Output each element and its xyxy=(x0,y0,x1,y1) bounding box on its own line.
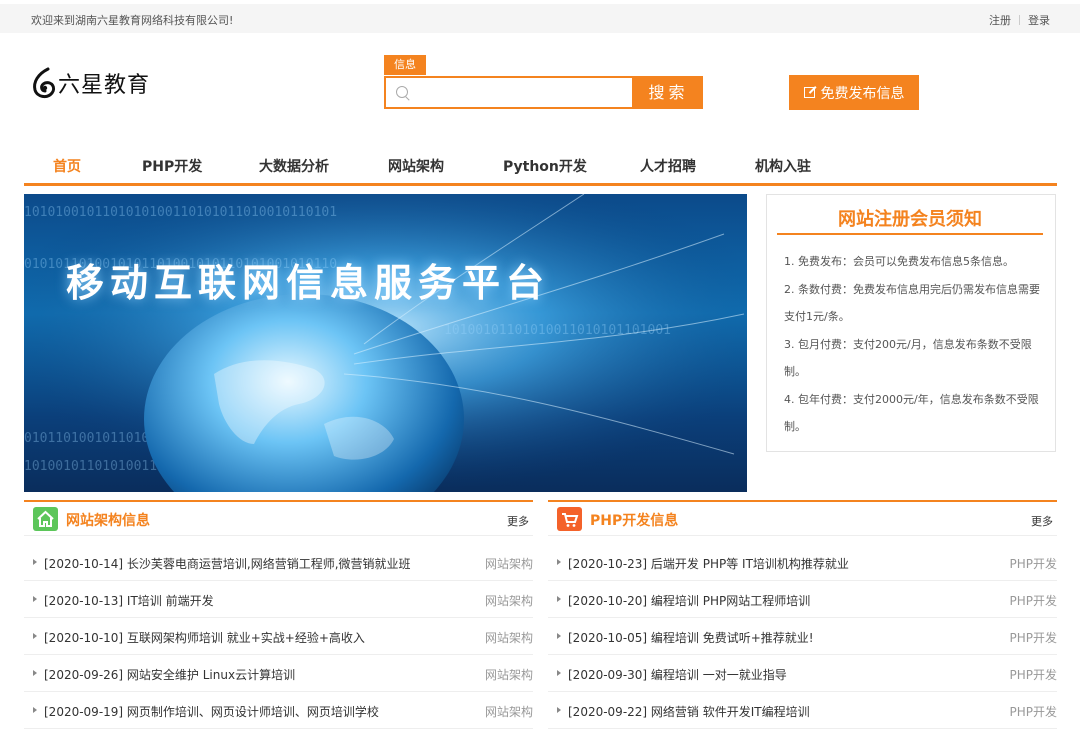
nav-item-bigdata[interactable]: 大数据分析 xyxy=(259,156,329,176)
home-icon xyxy=(33,507,58,531)
list-item[interactable]: [2020-09-26] 网站安全维护 Linux云计算培训 网站架构 xyxy=(24,655,533,692)
nav-item-architecture[interactable]: 网站架构 xyxy=(388,156,444,176)
nav-item-python[interactable]: Python开发 xyxy=(503,156,587,176)
item-title[interactable]: [2020-10-10] 互联网架构师培训 就业+实战+经验+高收入 xyxy=(44,629,365,646)
account-links: 注册 登录 xyxy=(989,12,1050,28)
welcome-text: 欢迎来到湖南六星教育网络科技有限公司! xyxy=(31,14,234,27)
main-nav: 首页 PHP开发 大数据分析 网站架构 Python开发 人才招聘 机构入驻 xyxy=(24,150,1057,186)
bullet-arrow-icon xyxy=(33,633,37,639)
globe-image: 1010100101101010100110101011010010110101… xyxy=(24,194,747,492)
item-title[interactable]: [2020-10-05] 编程培训 免费试听+推荐就业! xyxy=(568,629,814,646)
more-link[interactable]: 更多 xyxy=(1031,513,1053,529)
bullet-arrow-icon xyxy=(557,707,561,713)
list-item[interactable]: [2020-10-05] 编程培训 免费试听+推荐就业! PHP开发 xyxy=(548,618,1057,655)
bullet-arrow-icon xyxy=(33,670,37,676)
publish-info-button[interactable]: 免费发布信息 xyxy=(789,75,919,110)
notice-rules: 1. 免费发布：会员可以免费发布信息5条信息。 2. 条数付费：免费发布信息用完… xyxy=(784,248,1042,441)
logo-text: 六星教育 xyxy=(58,73,151,98)
nav-item-jobs[interactable]: 人才招聘 xyxy=(640,156,696,176)
nav-item-php[interactable]: PHP开发 xyxy=(142,156,202,176)
bullet-arrow-icon xyxy=(557,596,561,602)
cart-icon xyxy=(557,507,582,531)
item-title[interactable]: [2020-09-19] 网页制作培训、网页设计师培训、网页培训学校 xyxy=(44,703,379,720)
search-box xyxy=(384,76,634,109)
item-category: 网站架构 xyxy=(484,594,533,608)
hero-banner[interactable]: 1010100101101010100110101011010010110101… xyxy=(24,194,747,492)
list-item[interactable]: [2020-09-19] 网页制作培训、网页设计师培训、网页培训学校 网站架构 xyxy=(24,692,533,729)
item-category: PHP开发 xyxy=(1009,668,1058,682)
notice-rule: 3. 包月付费：支付200元/月，信息发布条数不受限制。 xyxy=(784,337,1032,379)
bullet-arrow-icon xyxy=(33,596,37,602)
info-list: [2020-10-14] 长沙芙蓉电商运营培训,网络营销工程师,微营销就业班网站… xyxy=(24,544,533,729)
list-item[interactable]: [2020-10-13] IT培训 前端开发 网站架构 xyxy=(24,581,533,618)
item-category: PHP开发 xyxy=(1009,557,1058,571)
edit-icon xyxy=(803,87,815,98)
nav-item-institutions[interactable]: 机构入驻 xyxy=(755,156,811,176)
item-category: PHP开发 xyxy=(1009,705,1058,719)
item-title[interactable]: [2020-10-20] 编程培训 PHP网站工程师培训 xyxy=(568,592,810,609)
item-category: 网站架构 xyxy=(484,668,533,682)
bullet-arrow-icon xyxy=(557,559,561,565)
item-title[interactable]: [2020-09-22] 网络营销 软件开发IT编程培训 xyxy=(568,703,810,720)
item-category: PHP开发 xyxy=(1009,594,1058,608)
publish-info-label: 免费发布信息 xyxy=(820,85,905,102)
item-category: PHP开发 xyxy=(1009,631,1058,645)
php-info-section: PHP开发信息 更多 [2020-10-23] 后端开发 PHP等 IT培训机构… xyxy=(548,500,1057,729)
login-link[interactable]: 登录 xyxy=(1028,12,1050,28)
info-list: [2020-10-23] 后端开发 PHP等 IT培训机构推荐就业 PHP开发 [… xyxy=(548,544,1057,729)
bullet-arrow-icon xyxy=(33,707,37,713)
list-item[interactable]: [2020-09-22] 网络营销 软件开发IT编程培训 PHP开发 xyxy=(548,692,1057,729)
bullet-arrow-icon xyxy=(557,670,561,676)
top-bar: 欢迎来到湖南六星教育网络科技有限公司! 注册 登录 xyxy=(0,0,1080,33)
site-logo[interactable]: 六星教育 xyxy=(30,64,150,102)
section-title: PHP开发信息 xyxy=(590,513,679,529)
list-item[interactable]: [2020-10-20] 编程培训 PHP网站工程师培训 PHP开发 xyxy=(548,581,1057,618)
list-item[interactable]: [2020-10-10] 互联网架构师培训 就业+实战+经验+高收入 网站架构 xyxy=(24,618,533,655)
svg-text:101010010110101010011010101101: 1010100101101010100110101011010010110101 xyxy=(24,205,337,220)
svg-text:10100101101010011010101101001: 10100101101010011010101101001 xyxy=(444,323,671,338)
section-header: 网站架构信息 更多 xyxy=(24,500,533,536)
notice-rule: 1. 免费发布：会员可以免费发布信息5条信息。 xyxy=(784,255,1014,268)
register-link[interactable]: 注册 xyxy=(989,12,1011,28)
notice-rule: 4. 包年付费：支付2000元/年，信息发布条数不受限制。 xyxy=(784,392,1039,434)
divider xyxy=(1019,15,1020,25)
logo-swirl-icon xyxy=(33,67,56,99)
bullet-arrow-icon xyxy=(33,559,37,565)
list-item[interactable]: [2020-10-14] 长沙芙蓉电商运营培训,网络营销工程师,微营销就业班 网站… xyxy=(24,544,533,581)
nav-item-home[interactable]: 首页 xyxy=(53,156,81,176)
search-category-tab[interactable]: 信息 xyxy=(384,55,426,75)
banner-title: 移动互联网信息服务平台 xyxy=(66,261,551,305)
notice-rule: 2. 条数付费：免费发布信息用完后仍需发布信息需要支付1元/条。 xyxy=(784,282,1040,324)
item-title[interactable]: [2020-09-26] 网站安全维护 Linux云计算培训 xyxy=(44,666,295,683)
item-title[interactable]: [2020-10-14] 长沙芙蓉电商运营培训,网络营销工程师,微营销就业班 xyxy=(44,555,411,572)
search-input[interactable] xyxy=(414,78,618,108)
list-item[interactable]: [2020-09-30] 编程培训 一对一就业指导 PHP开发 xyxy=(548,655,1057,692)
section-header: PHP开发信息 更多 xyxy=(548,500,1057,536)
architecture-info-section: 网站架构信息 更多 [2020-10-14] 长沙芙蓉电商运营培训,网络营销工程… xyxy=(24,500,533,729)
notice-title: 网站注册会员须知 xyxy=(777,205,1043,235)
bullet-arrow-icon xyxy=(557,633,561,639)
member-notice-panel: 网站注册会员须知 1. 免费发布：会员可以免费发布信息5条信息。 2. 条数付费… xyxy=(766,194,1056,452)
item-category: 网站架构 xyxy=(484,705,533,719)
item-category: 网站架构 xyxy=(484,631,533,645)
search-icon xyxy=(396,86,408,98)
list-item[interactable]: [2020-10-23] 后端开发 PHP等 IT培训机构推荐就业 PHP开发 xyxy=(548,544,1057,581)
item-title[interactable]: [2020-09-30] 编程培训 一对一就业指导 xyxy=(568,666,787,683)
item-category: 网站架构 xyxy=(484,557,533,571)
more-link[interactable]: 更多 xyxy=(507,513,529,529)
search-button[interactable]: 搜索 xyxy=(634,76,703,109)
item-title[interactable]: [2020-10-13] IT培训 前端开发 xyxy=(44,592,214,609)
section-title: 网站架构信息 xyxy=(66,513,150,529)
item-title[interactable]: [2020-10-23] 后端开发 PHP等 IT培训机构推荐就业 xyxy=(568,555,849,572)
